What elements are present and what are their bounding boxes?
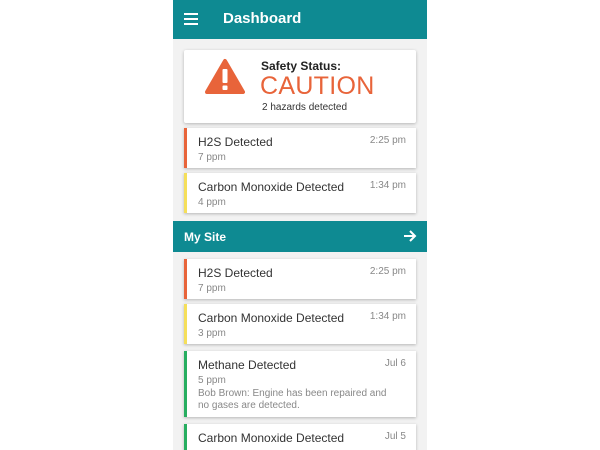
warning-icon xyxy=(205,59,245,94)
alert-note: Bob Brown: Engine has been repaired and … xyxy=(198,388,387,411)
safety-status-card[interactable]: Safety Status: CAUTION 2 hazards detecte… xyxy=(184,50,416,123)
site-alert-card[interactable]: Methane Detected 5 ppm Jul 6 Bob Brown: … xyxy=(184,351,416,417)
alert-value: 7 ppm xyxy=(198,283,226,294)
arrow-right-icon[interactable] xyxy=(403,229,417,243)
alert-title: Carbon Monoxide Detected xyxy=(198,180,345,194)
alert-time: 2:25 pm xyxy=(369,135,406,146)
alert-value: 7 ppm xyxy=(198,152,226,163)
site-alert-card[interactable]: Carbon Monoxide Detected 3 ppm 1:34 pm xyxy=(184,304,416,344)
site-header[interactable]: My Site xyxy=(173,221,427,252)
app-screen: Dashboard Safety Status: CAUTION 2 hazar… xyxy=(173,0,427,450)
alert-value: 4 ppm xyxy=(198,197,226,208)
alert-title: H2S Detected xyxy=(198,135,273,149)
alert-time: 2:25 pm xyxy=(369,266,406,277)
alert-title: Methane Detected xyxy=(198,358,297,372)
hamburger-menu-icon[interactable] xyxy=(184,13,198,25)
alert-title: Carbon Monoxide Detected xyxy=(198,311,345,325)
alert-value: 3 ppm xyxy=(198,328,226,339)
alert-title: H2S Detected xyxy=(198,266,273,280)
app-bar: Dashboard xyxy=(173,0,427,39)
page-title: Dashboard xyxy=(223,10,302,27)
alert-time: Jul 5 xyxy=(384,431,406,442)
alert-card[interactable]: Carbon Monoxide Detected 4 ppm 1:34 pm xyxy=(184,173,416,213)
alert-card[interactable]: H2S Detected 7 ppm 2:25 pm xyxy=(184,128,416,168)
hazard-count: 2 hazards detected xyxy=(262,102,348,113)
alert-value: 5 ppm xyxy=(198,375,226,386)
safety-status-value: CAUTION xyxy=(260,72,375,100)
alert-time: 1:34 pm xyxy=(369,180,406,191)
alert-title: Carbon Monoxide Detected xyxy=(198,431,345,445)
alert-time: Jul 6 xyxy=(384,358,406,369)
safety-status-label: Safety Status: xyxy=(261,59,342,73)
site-alert-card[interactable]: H2S Detected 7 ppm 2:25 pm xyxy=(184,259,416,299)
site-alert-card[interactable]: Carbon Monoxide Detected Jul 5 xyxy=(184,424,416,450)
alert-time: 1:34 pm xyxy=(369,311,406,322)
site-title: My Site xyxy=(184,230,227,244)
